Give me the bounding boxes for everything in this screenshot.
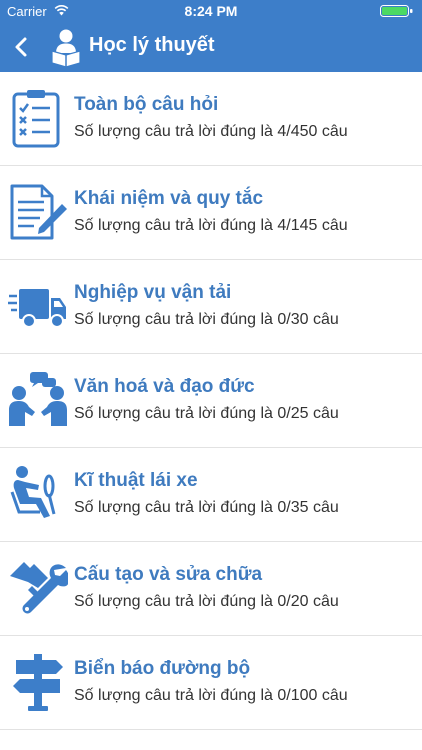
list-item-title: Nghiệp vụ vận tải (74, 282, 232, 303)
list-item-subtitle: Số lượng câu trả lời đúng là 0/100 câu (74, 687, 348, 704)
student-reading-icon (51, 29, 81, 67)
list-item-title: Toàn bộ câu hỏi (74, 94, 219, 115)
list-item-title: Văn hoá và đạo đức (74, 376, 255, 397)
list-item-subtitle: Số lượng câu trả lời đúng là 0/20 câu (74, 593, 339, 610)
wrench-repair-icon (10, 562, 68, 614)
list-item-title: Cấu tạo và sửa chữa (74, 564, 263, 585)
list-item-concepts-rules[interactable]: Khái niệm và quy tắc Số lượng câu trả lờ… (0, 166, 422, 260)
driver-seat-icon (10, 466, 56, 518)
list-item-culture-ethics[interactable]: Văn hoá và đạo đức Số lượng câu trả lời … (0, 354, 422, 448)
list-item-transport-operations[interactable]: Nghiệp vụ vận tải Số lượng câu trả lời đ… (0, 260, 422, 354)
document-pen-icon (10, 184, 67, 240)
status-time: 8:24 PM (184, 3, 238, 19)
list-item-subtitle: Số lượng câu trả lời đúng là 4/145 câu (74, 217, 348, 234)
list-item-title: Khái niệm và quy tắc (74, 188, 264, 209)
list-item-subtitle: Số lượng câu trả lời đúng là 0/25 câu (74, 405, 339, 422)
status-bar: Carrier 8:24 PM (0, 0, 422, 22)
signpost-icon (13, 654, 63, 711)
list-item-driving-technique[interactable]: Kĩ thuật lái xe Số lượng câu trả lời đún… (0, 448, 422, 542)
back-button[interactable] (8, 32, 36, 62)
checklist-clipboard-icon (12, 90, 60, 148)
list-item-title: Biển báo đường bộ (74, 658, 251, 679)
page-title: Học lý thuyết (89, 34, 215, 56)
top-bar: Carrier 8:24 PM Học lý thuyết (0, 0, 422, 72)
list-item-road-signs[interactable]: Biển báo đường bộ Số lượng câu trả lời đ… (0, 636, 422, 730)
list-item-subtitle: Số lượng câu trả lời đúng là 0/30 câu (74, 311, 339, 328)
list-item-subtitle: Số lượng câu trả lời đúng là 0/35 câu (74, 499, 339, 516)
delivery-truck-icon (8, 289, 66, 328)
list-item-title: Kĩ thuật lái xe (74, 470, 198, 491)
list-item-all-questions[interactable]: Toàn bộ câu hỏi Số lượng câu trả lời đún… (0, 72, 422, 166)
list-item-structure-repair[interactable]: Cấu tạo và sửa chữa Số lượng câu trả lời… (0, 542, 422, 636)
people-handshake-icon (9, 372, 67, 426)
category-list: Toàn bộ câu hỏi Số lượng câu trả lời đún… (0, 72, 422, 730)
navigation-bar: Học lý thuyết (0, 22, 422, 72)
battery-icon (380, 5, 413, 17)
list-item-subtitle: Số lượng câu trả lời đúng là 4/450 câu (74, 123, 348, 140)
